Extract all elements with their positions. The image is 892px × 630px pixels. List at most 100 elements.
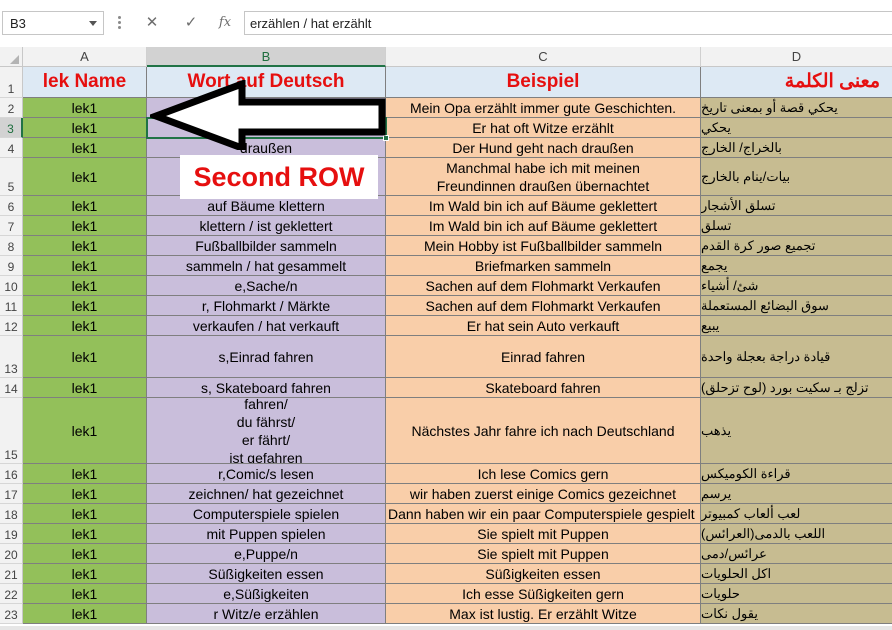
cell-lek-name[interactable]: lek1	[23, 524, 147, 544]
cell-beispiel[interactable]: Süßigkeiten essen	[386, 564, 701, 584]
row-header[interactable]: 18	[0, 504, 23, 524]
cell-wort[interactable]: verkaufen / hat verkauft	[147, 316, 386, 336]
cell-bedeutung[interactable]: تسلق الأشجار	[701, 196, 892, 216]
row-header[interactable]: 6	[0, 196, 23, 216]
cell-beispiel[interactable]: Sie spielt mit Puppen	[386, 524, 701, 544]
cell-wort[interactable]: r Witz/e erzählen	[147, 604, 386, 624]
cell-beispiel[interactable]: Ich lese Comics gern	[386, 464, 701, 484]
cell-beispiel[interactable]: Mein Hobby ist Fußballbilder sammeln	[386, 236, 701, 256]
cell-bedeutung[interactable]: يحكي قصة أو بمعنى تاريخ	[701, 98, 892, 118]
row-header[interactable]: 16	[0, 464, 23, 484]
cell-bedeutung[interactable]: يبيع	[701, 316, 892, 336]
header-cell-c[interactable]: Beispiel	[386, 67, 701, 98]
cell-lek-name[interactable]: lek1	[23, 464, 147, 484]
cell-wort[interactable]: e,Süßigkeiten	[147, 584, 386, 604]
cell-bedeutung[interactable]: حلويات	[701, 584, 892, 604]
cell-wort[interactable]: Süßigkeiten essen	[147, 564, 386, 584]
cell-lek-name[interactable]: lek1	[23, 236, 147, 256]
cell-wort[interactable]: fahren/ du fährst/ er fährt/ ist gefahre…	[147, 398, 386, 464]
cell-bedeutung[interactable]: يذهب	[701, 398, 892, 464]
cell-bedeutung[interactable]: يقول نكات	[701, 604, 892, 624]
cell-lek-name[interactable]: lek1	[23, 138, 147, 158]
cell-lek-name[interactable]: lek1	[23, 158, 147, 196]
cell-wort[interactable]: r, Flohmarkt / Märkte	[147, 296, 386, 316]
name-box[interactable]: B3	[2, 11, 104, 35]
cell-bedeutung[interactable]: قيادة دراجة بعجلة واحدة	[701, 336, 892, 378]
row-header[interactable]: 19	[0, 524, 23, 544]
cell-beispiel[interactable]: Der Hund geht nach draußen	[386, 138, 701, 158]
cell-lek-name[interactable]: lek1	[23, 296, 147, 316]
cell-wort[interactable]: r,Comic/s lesen	[147, 464, 386, 484]
row-header[interactable]: 9	[0, 256, 23, 276]
cell-bedeutung[interactable]: تجميع صور كرة القدم	[701, 236, 892, 256]
cell-beispiel[interactable]: Er hat oft Witze erzählt	[386, 118, 701, 138]
row-header[interactable]: 17	[0, 484, 23, 504]
chevron-down-icon[interactable]	[89, 21, 97, 26]
select-all-button[interactable]	[0, 47, 23, 67]
cell-beispiel[interactable]: Sachen auf dem Flohmarkt Verkaufen	[386, 296, 701, 316]
cell-lek-name[interactable]: lek1	[23, 118, 147, 138]
cell-lek-name[interactable]: lek1	[23, 544, 147, 564]
cell-bedeutung[interactable]: قراءة الكوميكس	[701, 464, 892, 484]
cell-beispiel[interactable]: Er hat sein Auto verkauft	[386, 316, 701, 336]
drag-handle-icon[interactable]	[118, 16, 121, 30]
cell-lek-name[interactable]: lek1	[23, 316, 147, 336]
cell-beispiel[interactable]: wir haben zuerst einige Comics gezeichne…	[386, 484, 701, 504]
cell-wort[interactable]: e,Puppe/n	[147, 544, 386, 564]
cell-beispiel[interactable]: Dann haben wir ein paar Computerspiele g…	[386, 504, 701, 524]
cell-wort[interactable]: zeichnen/ hat gezeichnet	[147, 484, 386, 504]
cell-lek-name[interactable]: lek1	[23, 564, 147, 584]
row-header[interactable]: 21	[0, 564, 23, 584]
cell-lek-name[interactable]: lek1	[23, 398, 147, 464]
cell-wort[interactable]: mit Puppen spielen	[147, 524, 386, 544]
cell-wort[interactable]: s,Einrad fahren	[147, 336, 386, 378]
cell-lek-name[interactable]: lek1	[23, 196, 147, 216]
cell-beispiel[interactable]: Im Wald bin ich auf Bäume geklettert	[386, 216, 701, 236]
row-header[interactable]: 22	[0, 584, 23, 604]
cell-lek-name[interactable]: lek1	[23, 98, 147, 118]
row-header[interactable]: 3	[0, 118, 23, 138]
insert-function-icon[interactable]: fx	[214, 13, 236, 33]
cell-lek-name[interactable]: lek1	[23, 378, 147, 398]
cell-bedeutung[interactable]: تسلق	[701, 216, 892, 236]
row-header[interactable]: 15	[0, 398, 23, 464]
cell-bedeutung[interactable]: سوق البضائع المستعملة	[701, 296, 892, 316]
cell-wort[interactable]: s, Skateboard fahren	[147, 378, 386, 398]
cell-beispiel[interactable]: Skateboard fahren	[386, 378, 701, 398]
row-header[interactable]: 8	[0, 236, 23, 256]
cell-beispiel[interactable]: Sachen auf dem Flohmarkt Verkaufen	[386, 276, 701, 296]
row-header[interactable]: 14	[0, 378, 23, 398]
cell-bedeutung[interactable]: شئ/ أشياء	[701, 276, 892, 296]
cell-bedeutung[interactable]: يرسم	[701, 484, 892, 504]
cell-lek-name[interactable]: lek1	[23, 256, 147, 276]
column-header-d[interactable]: D	[701, 47, 892, 67]
row-header[interactable]: 7	[0, 216, 23, 236]
cell-beispiel[interactable]: Briefmarken sammeln	[386, 256, 701, 276]
cell-wort[interactable]: Fußballbilder sammeln	[147, 236, 386, 256]
cell-beispiel[interactable]: Im Wald bin ich auf Bäume geklettert	[386, 196, 701, 216]
cell-bedeutung[interactable]: يجمع	[701, 256, 892, 276]
row-header[interactable]: 4	[0, 138, 23, 158]
cell-lek-name[interactable]: lek1	[23, 336, 147, 378]
row-header[interactable]: 23	[0, 604, 23, 624]
header-cell-a[interactable]: lek Name	[23, 67, 147, 98]
row-header[interactable]: 12	[0, 316, 23, 336]
cell-bedeutung[interactable]: تزلج بـ سكيت بورد (لوح تزحلق)	[701, 378, 892, 398]
cell-lek-name[interactable]: lek1	[23, 604, 147, 624]
header-cell-d[interactable]: معنى الكلمة	[701, 67, 892, 98]
cell-beispiel[interactable]: Mein Opa erzählt immer gute Geschichten.	[386, 98, 701, 118]
cell-bedeutung[interactable]: اللعب بالدمى(العرائس)	[701, 524, 892, 544]
row-header[interactable]: 10	[0, 276, 23, 296]
cell-lek-name[interactable]: lek1	[23, 216, 147, 236]
row-header[interactable]: 5	[0, 158, 23, 196]
horizontal-scrollbar[interactable]	[0, 626, 892, 630]
column-header-a[interactable]: A	[23, 47, 147, 67]
cell-wort[interactable]: sammeln / hat gesammelt	[147, 256, 386, 276]
cell-beispiel[interactable]: Einrad fahren	[386, 336, 701, 378]
cell-bedeutung[interactable]: عرائس/دمى	[701, 544, 892, 564]
formula-input[interactable]: erzählen / hat erzählt	[244, 11, 892, 35]
cell-lek-name[interactable]: lek1	[23, 276, 147, 296]
cell-beispiel[interactable]: Sie spielt mit Puppen	[386, 544, 701, 564]
column-header-b[interactable]: B	[147, 47, 386, 67]
cell-lek-name[interactable]: lek1	[23, 484, 147, 504]
